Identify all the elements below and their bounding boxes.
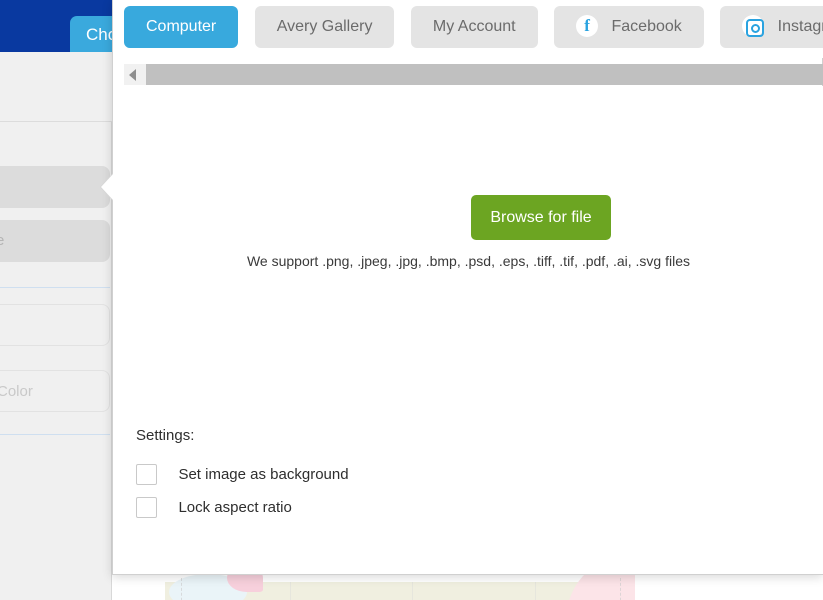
tabs-horizontal-scrollbar[interactable] bbox=[124, 64, 823, 85]
canvas-dashed-guide bbox=[181, 578, 182, 600]
setting-set-image-as-background[interactable]: Set image as background bbox=[136, 464, 349, 490]
checkbox-lock-aspect-ratio[interactable] bbox=[136, 497, 157, 518]
tab-instagram-label: Instagram bbox=[777, 18, 823, 35]
canvas-guide-line bbox=[290, 582, 291, 600]
tab-facebook-label: Facebook bbox=[611, 18, 682, 35]
facebook-icon: f bbox=[576, 15, 599, 37]
canvas-guide-line bbox=[412, 582, 413, 600]
instagram-icon bbox=[742, 15, 765, 37]
tab-instagram[interactable]: Instagram bbox=[720, 6, 823, 48]
supported-formats-text: We support .png, .jpeg, .jpg, .bmp, .psd… bbox=[246, 253, 691, 269]
sidebar-button-1[interactable] bbox=[0, 166, 110, 208]
settings-heading: Settings: bbox=[136, 427, 195, 444]
sidebar-button-2[interactable]: e bbox=[0, 220, 110, 262]
tab-my-account-label: My Account bbox=[432, 18, 516, 35]
sidebar-divider-1 bbox=[0, 287, 110, 288]
app-left-sidebar: e Color 95% bbox=[0, 122, 112, 600]
scrollbar-thumb[interactable] bbox=[146, 64, 823, 85]
tab-avery-gallery-label: Avery Gallery bbox=[276, 18, 373, 35]
checkbox-set-image-as-background-label: Set image as background bbox=[178, 466, 349, 483]
tab-facebook[interactable]: f Facebook bbox=[554, 6, 704, 48]
tab-computer-label: Computer bbox=[146, 18, 217, 35]
tab-my-account[interactable]: My Account bbox=[410, 6, 538, 48]
source-tabs: Computer Avery Gallery My Account f Face… bbox=[113, 0, 823, 58]
tab-computer[interactable]: Computer bbox=[124, 6, 239, 48]
image-upload-dialog: Computer Avery Gallery My Account f Face… bbox=[112, 0, 823, 575]
browse-for-file-button[interactable]: Browse for file bbox=[471, 195, 611, 240]
canvas-guide-line bbox=[535, 582, 536, 600]
sidebar-button-color[interactable]: Color bbox=[0, 370, 110, 412]
screen-root: Cho ↷ Redo C e Color 95% bbox=[0, 0, 823, 600]
setting-lock-aspect-ratio[interactable]: Lock aspect ratio bbox=[136, 497, 292, 523]
scroll-left-arrow-icon[interactable] bbox=[129, 69, 136, 81]
tab-avery-gallery[interactable]: Avery Gallery bbox=[254, 6, 395, 48]
checkbox-set-image-as-background[interactable] bbox=[136, 464, 157, 485]
checkbox-lock-aspect-ratio-label: Lock aspect ratio bbox=[178, 499, 292, 516]
sidebar-divider-2 bbox=[0, 434, 110, 435]
modal-pointer-caret bbox=[101, 173, 114, 201]
sidebar-button-3[interactable] bbox=[0, 304, 110, 346]
canvas-dashed-guide bbox=[620, 578, 621, 600]
upload-panel: Browse for file We support .png, .jpeg, … bbox=[113, 86, 823, 574]
